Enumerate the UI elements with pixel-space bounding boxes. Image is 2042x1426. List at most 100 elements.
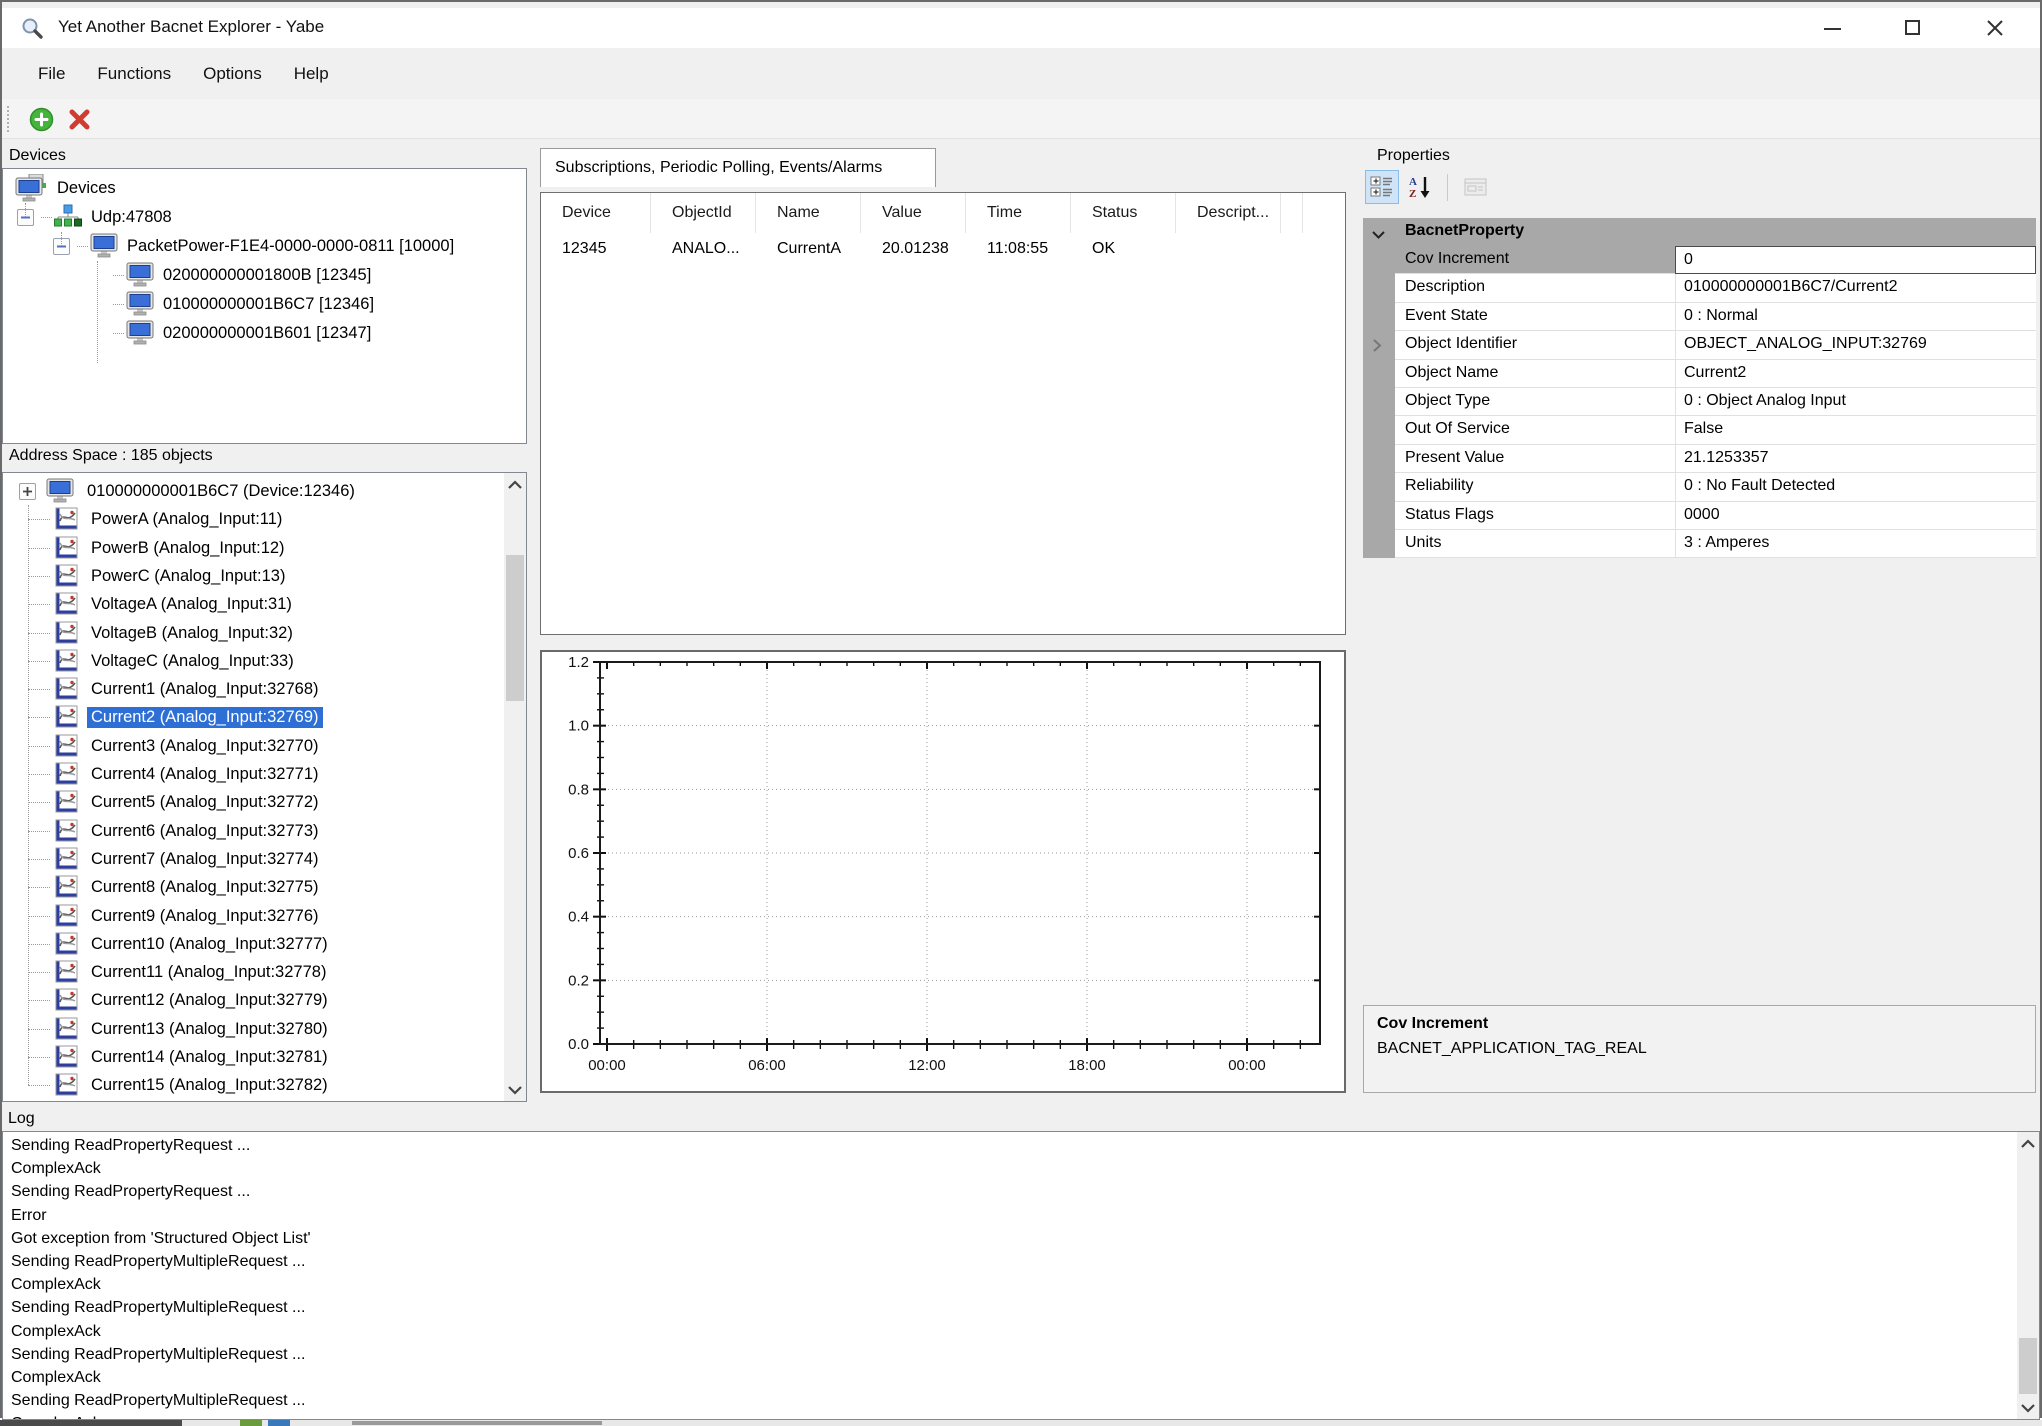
property-value[interactable]: 0 : Object Analog Input [1675, 388, 2036, 416]
property-name[interactable]: Reliability [1395, 473, 1675, 501]
property-category-row[interactable]: BacnetProperty [1363, 218, 2036, 246]
column-header-time[interactable]: Time [966, 193, 1071, 233]
tree-item[interactable]: 020000000001800B [12345] [3, 261, 526, 290]
tree-guide-line [28, 802, 50, 803]
log-line: Sending ReadPropertyMultipleRequest ... [11, 1296, 2039, 1319]
tree-item[interactable]: 010000000001B6C7 [12346] [3, 290, 526, 319]
tree-item[interactable]: 020000000001B601 [12347] [3, 319, 526, 348]
devices-tree: DevicesUdp:47808PacketPower-F1E4-0000-00… [2, 168, 527, 444]
property-value[interactable]: 3 : Amperes [1675, 530, 2036, 558]
alphabetical-sort-button[interactable]: A Z [1403, 170, 1437, 204]
tree-item[interactable]: VoltageA (Analog_Input:31) [3, 590, 526, 619]
add-device-button[interactable] [26, 104, 56, 134]
property-name[interactable]: Object Identifier [1395, 331, 1675, 359]
tree-guide-line [28, 717, 50, 718]
tree-guide-line [41, 217, 52, 218]
tree-item[interactable]: Devices [3, 174, 526, 203]
property-name[interactable]: Units [1395, 530, 1675, 558]
svg-text:18:00: 18:00 [1068, 1057, 1106, 1074]
tree-guide-line [77, 246, 88, 247]
column-header-name[interactable]: Name [756, 193, 861, 233]
property-value[interactable]: 0000 [1675, 502, 2036, 530]
property-name[interactable]: Object Type [1395, 388, 1675, 416]
tree-item[interactable]: Current14 (Analog_Input:32781) [3, 1043, 526, 1072]
tree-item[interactable]: Current5 (Analog_Input:32772) [3, 788, 526, 817]
log-line: Sending ReadPropertyMultipleRequest ... [11, 1250, 2039, 1273]
tree-item[interactable]: Current15 (Analog_Input:32782) [3, 1071, 526, 1100]
trend-icon [55, 819, 78, 847]
menu-functions[interactable]: Functions [81, 64, 187, 84]
trend-icon [55, 592, 78, 620]
trend-icon [55, 847, 78, 875]
property-name[interactable]: Description [1395, 274, 1675, 302]
tree-item[interactable]: VoltageB (Analog_Input:32) [3, 619, 526, 648]
menu-file[interactable]: File [22, 64, 81, 84]
tree-item[interactable]: Current13 (Analog_Input:32780) [3, 1015, 526, 1044]
property-value[interactable]: OBJECT_ANALOG_INPUT:32769 [1675, 331, 2036, 359]
tree-item[interactable]: Current6 (Analog_Input:32773) [3, 817, 526, 846]
close-button[interactable] [1964, 8, 2026, 48]
property-value[interactable]: Current2 [1675, 360, 2036, 388]
scroll-up-icon[interactable] [2017, 1132, 2039, 1155]
tree-item[interactable]: Current7 (Analog_Input:32774) [3, 845, 526, 874]
tree-item[interactable]: Current1 (Analog_Input:32768) [3, 675, 526, 704]
property-value[interactable]: 0 [1675, 246, 2036, 274]
remove-device-button[interactable] [64, 104, 94, 134]
property-value[interactable]: False [1675, 416, 2036, 444]
scrollbar-thumb[interactable] [2019, 1338, 2037, 1394]
tree-item[interactable]: PacketPower-F1E4-0000-0000-0811 [10000] [3, 232, 526, 261]
column-header-status[interactable]: Status [1071, 193, 1176, 233]
tree-item-label: Current12 (Analog_Input:32779) [87, 990, 332, 1011]
tree-item[interactable]: Current11 (Analog_Input:32778) [3, 958, 526, 987]
property-name[interactable]: Event State [1395, 303, 1675, 331]
tree-item[interactable]: PowerB (Analog_Input:12) [3, 534, 526, 563]
property-value[interactable]: 0 : No Fault Detected [1675, 473, 2036, 501]
menu-options[interactable]: Options [187, 64, 278, 84]
tree-item[interactable]: Current12 (Analog_Input:32779) [3, 986, 526, 1015]
maximize-button[interactable] [1882, 8, 1944, 48]
menu-help[interactable]: Help [278, 64, 345, 84]
tree-item[interactable]: 010000000001B6C7 (Device:12346) [3, 477, 526, 506]
tree-item[interactable]: Current4 (Analog_Input:32771) [3, 760, 526, 789]
chevron-down-icon[interactable] [1372, 227, 1385, 245]
tree-item[interactable]: PowerA (Analog_Input:11) [3, 505, 526, 534]
tree-item[interactable]: Current8 (Analog_Input:32775) [3, 873, 526, 902]
property-name[interactable]: Cov Increment [1395, 246, 1675, 274]
tree-item[interactable]: Udp:47808 [3, 203, 526, 232]
column-header-value[interactable]: Value [861, 193, 966, 233]
property-value[interactable]: 0 : Normal [1675, 303, 2036, 331]
properties-toolbar: A Z [1365, 170, 2036, 208]
tree-item[interactable]: PowerC (Analog_Input:13) [3, 562, 526, 591]
property-name[interactable]: Status Flags [1395, 502, 1675, 530]
tree-item[interactable]: Current10 (Analog_Input:32777) [3, 930, 526, 959]
table-header: DeviceObjectIdNameValueTimeStatusDescrip… [541, 193, 1345, 233]
toolbar-grip [7, 106, 9, 132]
categorized-button[interactable] [1365, 170, 1399, 204]
tree-item[interactable]: Current3 (Analog_Input:32770) [3, 732, 526, 761]
property-value[interactable]: 21.1253357 [1675, 445, 2036, 473]
chevron-right-icon[interactable] [1373, 339, 1382, 357]
column-header-objectid[interactable]: ObjectId [651, 193, 756, 233]
tab-subscriptions[interactable]: Subscriptions, Periodic Polling, Events/… [540, 148, 936, 187]
taskbar-text-smear [352, 1421, 602, 1425]
trend-icon [55, 960, 78, 988]
scroll-down-icon[interactable] [2017, 1396, 2039, 1419]
log-line: Sending ReadPropertyMultipleRequest ... [11, 1343, 2039, 1366]
tree-item[interactable]: VoltageC (Analog_Input:33) [3, 647, 526, 676]
column-header-descript-[interactable]: Descript... [1176, 193, 1281, 233]
tree-item-selected[interactable]: Current2 (Analog_Input:32769) [3, 703, 526, 732]
tree-item[interactable]: Current9 (Analog_Input:32776) [3, 902, 526, 931]
minimize-button[interactable] [1802, 8, 1864, 48]
log-output: Sending ReadPropertyRequest ...ComplexAc… [2, 1131, 2040, 1420]
property-name[interactable]: Present Value [1395, 445, 1675, 473]
tree-item-label: VoltageC (Analog_Input:33) [87, 651, 298, 672]
property-value[interactable]: 010000000001B6C7/Current2 [1675, 274, 2036, 302]
table-row[interactable]: 12345ANALO...CurrentA20.0123811:08:55OK [541, 233, 1345, 265]
expand-icon[interactable] [19, 483, 36, 500]
log-scrollbar[interactable] [2017, 1132, 2039, 1419]
column-header-device[interactable]: Device [541, 193, 651, 233]
log-line: ComplexAck [11, 1366, 2039, 1389]
property-grid: BacnetPropertyCov Increment0Description0… [1363, 218, 2036, 558]
property-name[interactable]: Object Name [1395, 360, 1675, 388]
property-name[interactable]: Out Of Service [1395, 416, 1675, 444]
